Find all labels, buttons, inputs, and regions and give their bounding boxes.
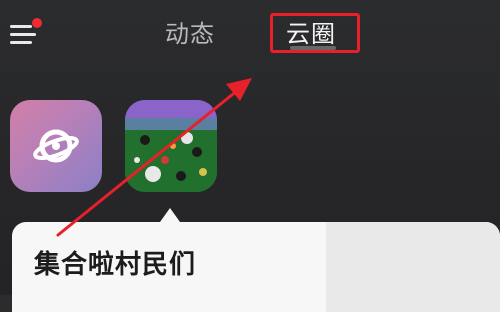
game-thumbnail-icon xyxy=(125,100,217,192)
card-pointer xyxy=(160,208,180,222)
card-title: 集合啦村民们 xyxy=(34,250,197,280)
planet-app-tile[interactable] xyxy=(10,100,102,192)
notification-dot xyxy=(32,18,42,28)
menu-button[interactable] xyxy=(10,18,42,48)
menu-icon-line xyxy=(10,41,32,44)
menu-icon xyxy=(10,25,32,28)
highlight-box xyxy=(270,13,360,53)
menu-icon-line xyxy=(10,33,36,36)
game-app-tile[interactable] xyxy=(125,100,217,192)
tab-dynamics[interactable]: 动态 xyxy=(165,18,215,50)
planet-icon xyxy=(33,129,79,163)
next-card[interactable] xyxy=(326,222,500,312)
